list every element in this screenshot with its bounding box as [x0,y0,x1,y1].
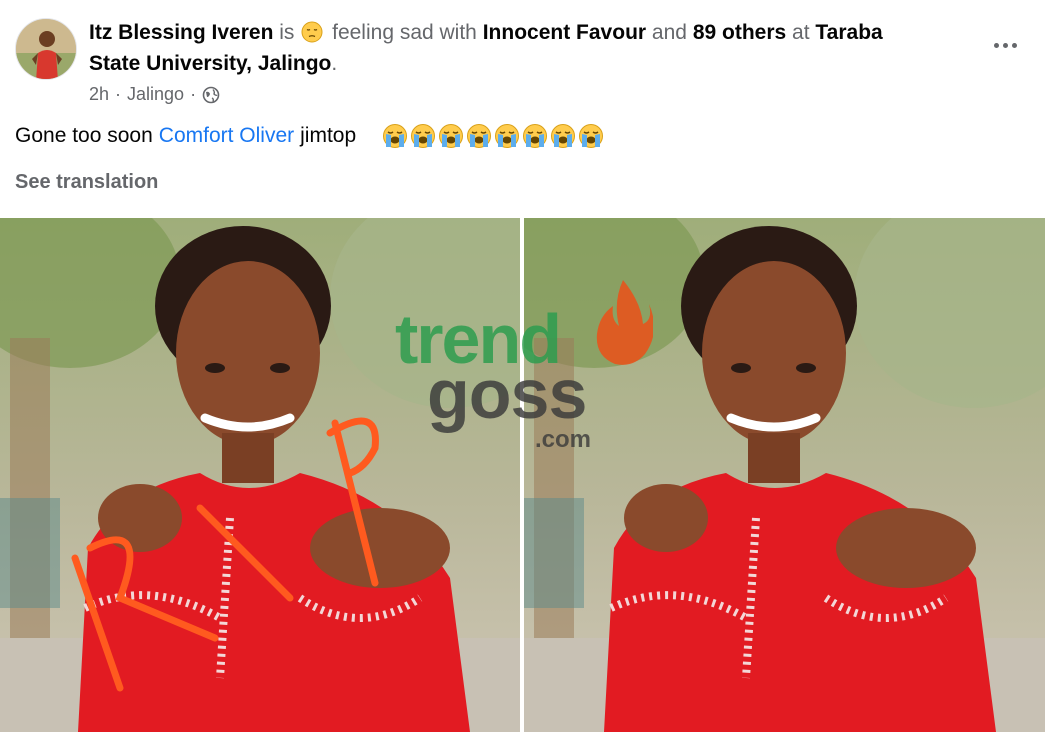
loudly-crying-face-icon [551,124,576,148]
loudly-crying-face-icon [523,124,548,148]
location-link-part2[interactable]: State University, Jalingo [89,52,331,75]
post-body-text: Gone too soon Comfort Oliver jimtop [15,121,604,151]
tagged-person-link[interactable]: Innocent Favour [483,21,646,44]
post-time-link[interactable]: 2h [89,84,109,105]
loudly-crying-face-icon [383,124,408,148]
photo-left[interactable] [0,218,520,732]
mention-link[interactable]: Comfort Oliver [159,121,294,151]
more-options-button[interactable] [987,30,1023,60]
photo-right[interactable] [524,218,1045,732]
loudly-crying-face-icon [579,124,604,148]
meta-separator: · [190,84,197,104]
loudly-crying-face-icon [495,124,520,148]
others-link[interactable]: 89 others [693,21,786,44]
loudly-crying-face-icon [439,124,464,148]
loudly-crying-face-icon [467,124,492,148]
photo-grid [0,218,1045,732]
pensive-face-icon [301,21,323,43]
location-link-part1[interactable]: Taraba [815,21,882,44]
avatar-photo [16,19,76,79]
photo-left-image [0,218,520,732]
post-place[interactable]: Jalingo [127,84,184,105]
post-header: Itz Blessing Iveren is feeling sad with … [0,0,1045,118]
author-name[interactable]: Itz Blessing Iveren [89,21,273,44]
see-translation-link[interactable]: See translation [15,171,158,194]
loudly-crying-face-icon [411,124,436,148]
crying-emoji-row [382,123,604,149]
photo-right-image [524,218,1045,732]
and-word: and [651,21,687,44]
post-headline: Itz Blessing Iveren is feeling sad with … [89,17,949,79]
more-options-icon [993,42,999,48]
location-end: . [331,52,338,75]
author-avatar[interactable] [15,18,77,80]
meta-separator: · [115,84,122,104]
body-text-start: Gone too soon [15,124,153,147]
is-word: is [279,21,295,44]
feeling-text: feeling sad with [332,21,477,44]
globe-icon[interactable] [202,86,220,104]
more-options-icon-dot [1002,42,1008,48]
more-options-icon-dot [1011,42,1017,48]
at-word: at [792,21,810,44]
body-text-end: jimtop [300,124,357,147]
post-meta: 2h · Jalingo · [89,84,220,105]
